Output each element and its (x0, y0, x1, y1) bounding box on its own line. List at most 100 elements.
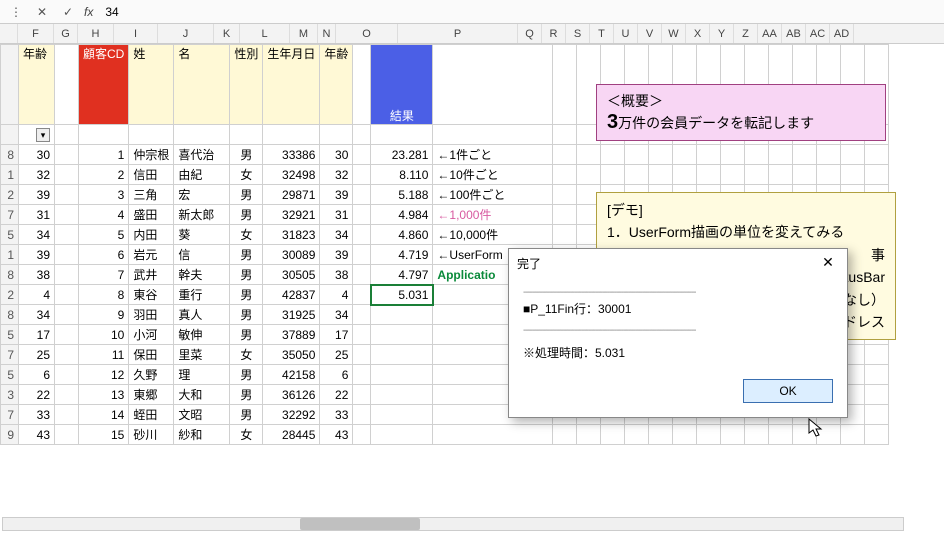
cell-rownum[interactable]: 1 (1, 165, 19, 185)
cell-L[interactable]: 29871 (263, 185, 320, 205)
cell-N[interactable] (353, 165, 371, 185)
formula-cancel[interactable]: ✕ (32, 5, 52, 19)
cell-H[interactable]: 5 (79, 225, 129, 245)
column-header-H[interactable]: H (78, 24, 114, 43)
cell-I[interactable]: 東郷 (129, 385, 174, 405)
formula-accept[interactable]: ✓ (58, 5, 78, 19)
cell-rownum[interactable]: 5 (1, 325, 19, 345)
cell-S[interactable] (601, 165, 625, 185)
cell-I[interactable]: 信田 (129, 165, 174, 185)
cell-rownum[interactable]: 1 (1, 245, 19, 265)
column-header-J[interactable]: J (158, 24, 214, 43)
cell-F[interactable]: 43 (19, 425, 55, 445)
header-cell-M[interactable]: 年齢 (320, 45, 353, 125)
column-header-F[interactable]: F (18, 24, 54, 43)
cell-Y[interactable] (745, 165, 769, 185)
cell-I[interactable]: 内田 (129, 225, 174, 245)
cell-AD[interactable] (865, 365, 889, 385)
cell-AC[interactable] (841, 165, 865, 185)
cell-W[interactable] (697, 145, 721, 165)
column-header-M[interactable]: M (290, 24, 318, 43)
cell-N[interactable] (353, 225, 371, 245)
cell-rownum[interactable]: 2 (1, 185, 19, 205)
cell-O[interactable]: 5.031 (371, 285, 433, 305)
cell-AD[interactable] (865, 425, 889, 445)
cell-rownum[interactable]: 8 (1, 305, 19, 325)
cell-O[interactable]: 23.281 (371, 145, 433, 165)
cell-G[interactable] (55, 165, 79, 185)
dialog-titlebar[interactable]: 完了 ✕ (509, 249, 847, 277)
cell-K[interactable]: 男 (230, 385, 263, 405)
column-header-T[interactable]: T (590, 24, 614, 43)
cell-M[interactable]: 4 (320, 285, 353, 305)
cell-N[interactable] (353, 305, 371, 325)
cell-L[interactable]: 42837 (263, 285, 320, 305)
cell-W[interactable] (697, 425, 721, 445)
cell-L[interactable]: 31925 (263, 305, 320, 325)
cell-J[interactable]: 敏伸 (174, 325, 230, 345)
cell-K[interactable]: 女 (230, 345, 263, 365)
cell-F[interactable]: 34 (19, 225, 55, 245)
cell-P[interactable]: ←1,000件 (433, 205, 553, 225)
cell-L[interactable]: 30505 (263, 265, 320, 285)
cell-N[interactable] (353, 265, 371, 285)
cell-rownum[interactable]: 7 (1, 405, 19, 425)
cell-V[interactable] (673, 165, 697, 185)
cell-rownum[interactable]: 7 (1, 345, 19, 365)
cell-I[interactable]: 保田 (129, 345, 174, 365)
cell-Q[interactable] (553, 205, 577, 225)
cell-G[interactable] (55, 305, 79, 325)
cell-K[interactable]: 男 (230, 265, 263, 285)
cell-K[interactable]: 男 (230, 285, 263, 305)
column-header-U[interactable]: U (614, 24, 638, 43)
cell-L[interactable]: 32498 (263, 165, 320, 185)
column-header-I[interactable]: I (114, 24, 158, 43)
cell-N[interactable] (353, 385, 371, 405)
header-cell-G[interactable] (55, 45, 79, 125)
cell-T[interactable] (625, 145, 649, 165)
cell-O[interactable] (371, 385, 433, 405)
cell-O[interactable]: 8.110 (371, 165, 433, 185)
header-cell-H[interactable]: 顧客CD (79, 45, 129, 125)
cell-F[interactable]: 17 (19, 325, 55, 345)
cell-rownum[interactable]: 9 (1, 425, 19, 445)
cell-N[interactable] (353, 325, 371, 345)
column-header-S[interactable]: S (566, 24, 590, 43)
cell-F[interactable]: 38 (19, 265, 55, 285)
cell-U[interactable] (649, 165, 673, 185)
column-header-X[interactable]: X (686, 24, 710, 43)
cell-AA[interactable] (793, 425, 817, 445)
cell-H[interactable]: 14 (79, 405, 129, 425)
cell-G[interactable] (55, 365, 79, 385)
cell-H[interactable]: 15 (79, 425, 129, 445)
cell-Y[interactable] (745, 145, 769, 165)
cell-O[interactable]: 4.984 (371, 205, 433, 225)
cell-M[interactable]: 34 (320, 225, 353, 245)
fx-label[interactable]: fx (84, 5, 93, 19)
cell-G[interactable] (55, 205, 79, 225)
cell-L[interactable]: 31823 (263, 225, 320, 245)
cell-rownum[interactable]: 8 (1, 265, 19, 285)
cell-K[interactable]: 男 (230, 245, 263, 265)
cell-T[interactable] (625, 165, 649, 185)
column-header-N[interactable]: N (318, 24, 336, 43)
cell-K[interactable]: 女 (230, 225, 263, 245)
cell-H[interactable]: 13 (79, 385, 129, 405)
cell-M[interactable]: 33 (320, 405, 353, 425)
cell-I[interactable]: 岩元 (129, 245, 174, 265)
cell-AA[interactable] (793, 145, 817, 165)
cell-H[interactable]: 8 (79, 285, 129, 305)
cell-O[interactable] (371, 305, 433, 325)
cell-F[interactable]: 6 (19, 365, 55, 385)
cell-F[interactable]: 39 (19, 185, 55, 205)
cell-P[interactable] (433, 425, 553, 445)
header-cell-N[interactable] (353, 45, 371, 125)
cell-I[interactable]: 羽田 (129, 305, 174, 325)
column-header-R[interactable]: R (542, 24, 566, 43)
cell-J[interactable]: 真人 (174, 305, 230, 325)
cell-G[interactable] (55, 425, 79, 445)
cell-Z[interactable] (769, 145, 793, 165)
cell-F[interactable]: 39 (19, 245, 55, 265)
cell-G[interactable] (55, 145, 79, 165)
cell-J[interactable]: 喜代治 (174, 145, 230, 165)
